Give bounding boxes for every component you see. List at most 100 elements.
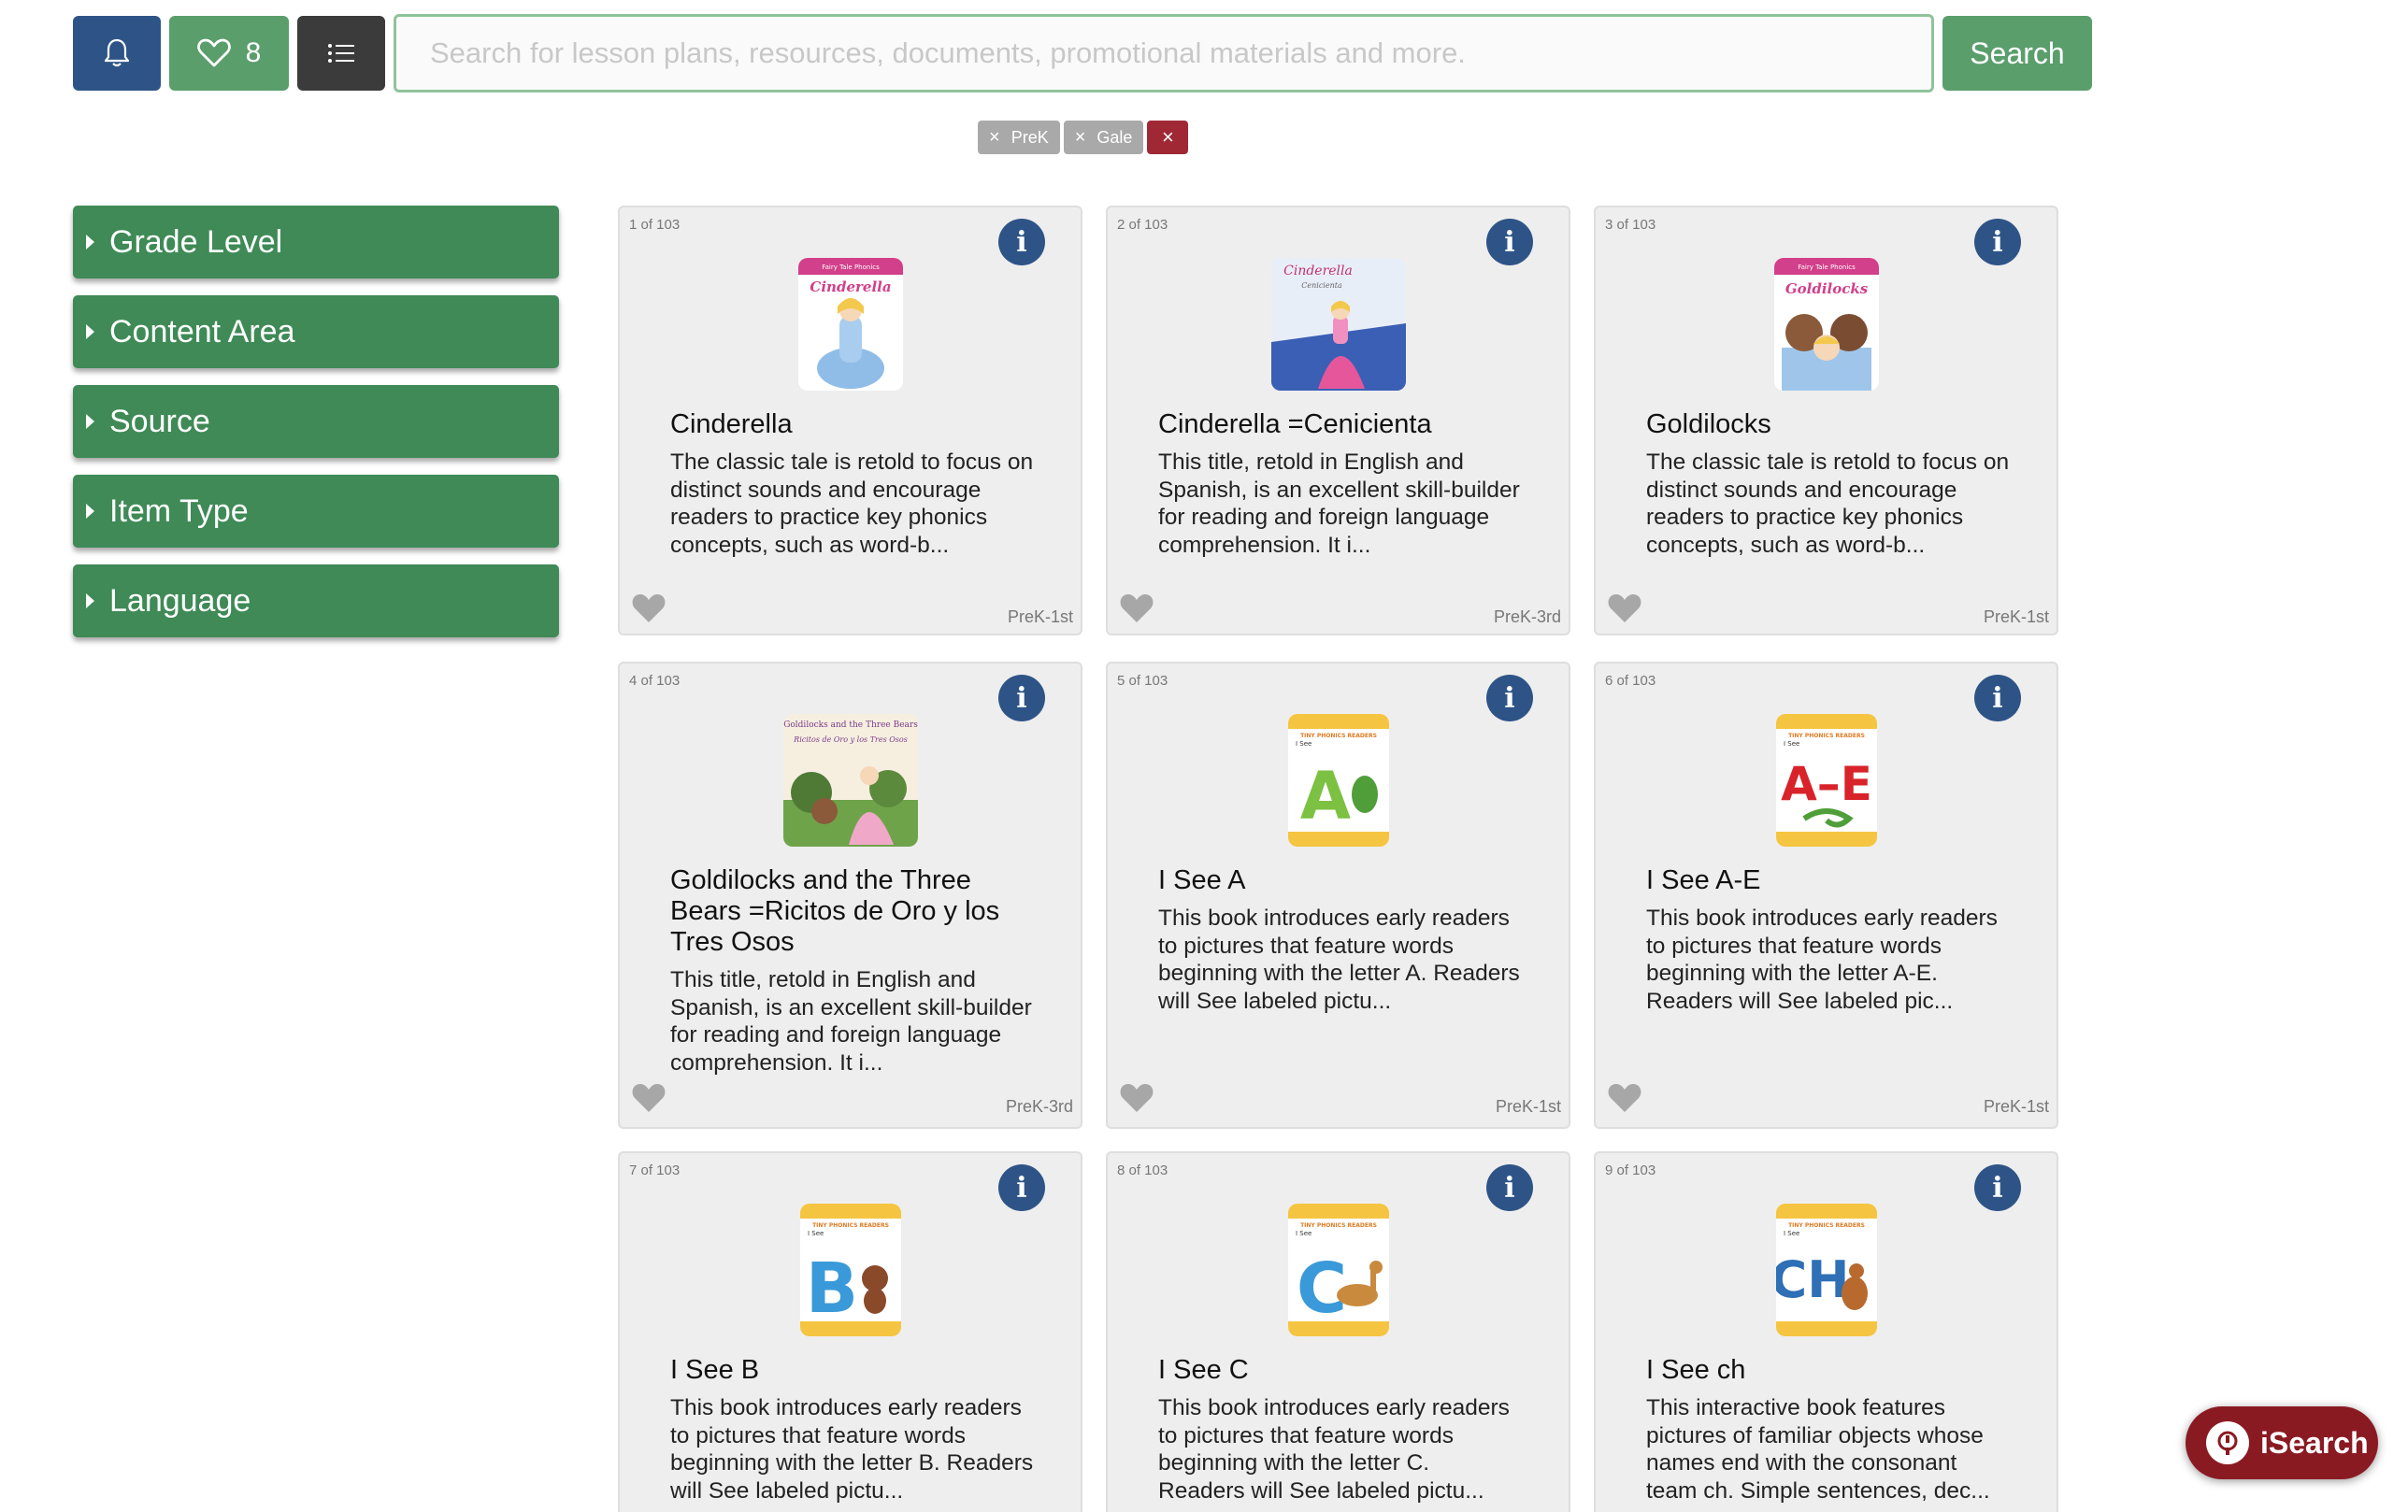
result-card[interactable]: 3 of 103 i Fairy Tale Phonics Goldilocks…	[1594, 206, 2058, 635]
favorite-heart-icon[interactable]	[1119, 1082, 1154, 1114]
cover-letter: A–E	[1781, 757, 1872, 811]
result-title[interactable]: I See C	[1158, 1355, 1531, 1386]
facet-label: Item Type	[109, 492, 249, 529]
book-cover[interactable]: TINY PHONICS READERS I See A	[1288, 714, 1389, 847]
result-title[interactable]: I See ch	[1646, 1355, 2019, 1386]
favorites-button[interactable]: 8	[169, 16, 289, 91]
cover-title: Goldilocks	[1785, 280, 1869, 297]
result-title[interactable]: Goldilocks and the Three Bears =Ricitos …	[670, 865, 1043, 958]
facet-label: Source	[109, 403, 210, 439]
filter-chip-label: PreK	[1010, 127, 1049, 147]
caret-right-icon	[86, 593, 94, 608]
grade-range: PreK-1st	[1983, 1097, 2049, 1116]
result-position: 2 of 103	[1117, 217, 1168, 233]
facet-item-type[interactable]: Item Type	[73, 475, 559, 548]
result-card[interactable]: 5 of 103 i TINY PHONICS READERS I See A …	[1106, 662, 1570, 1129]
notifications-button[interactable]	[73, 16, 161, 91]
isearch-logo-icon	[2206, 1421, 2249, 1464]
book-cover[interactable]: Fairy Tale Phonics Cinderella	[798, 258, 903, 391]
cover-letter: C	[1297, 1248, 1347, 1329]
book-cover[interactable]: Cinderella Cenicienta	[1271, 258, 1406, 391]
cover-banner: TINY PHONICS READERS	[1788, 733, 1865, 739]
result-position: 3 of 103	[1605, 217, 1656, 233]
info-icon[interactable]: i	[998, 1164, 1045, 1211]
search-input[interactable]	[394, 14, 1934, 93]
cover-kicker: I See	[1296, 1230, 1312, 1237]
result-card[interactable]: 7 of 103 i TINY PHONICS READERS I See B …	[618, 1151, 1082, 1512]
result-position: 4 of 103	[629, 673, 681, 689]
result-description: This title, retold in English and Spanis…	[670, 967, 1032, 1076]
result-description: This book introduces early readers to pi…	[670, 1395, 1034, 1504]
facet-source[interactable]: Source	[73, 385, 559, 458]
filter-chip-gale[interactable]: × Gale	[1063, 121, 1144, 154]
favorite-heart-icon[interactable]	[1607, 592, 1642, 624]
caret-right-icon	[86, 235, 94, 250]
book-cover[interactable]: TINY PHONICS READERS I See A–E	[1776, 714, 1877, 847]
favorites-count: 8	[245, 37, 262, 68]
cover-title: Cinderella	[810, 278, 891, 295]
result-position: 1 of 103	[629, 217, 681, 233]
result-position: 7 of 103	[629, 1163, 681, 1178]
result-card[interactable]: 1 of 103 i Fairy Tale Phonics Cinderella…	[618, 206, 1082, 635]
favorite-heart-icon[interactable]	[631, 1082, 666, 1114]
cover-kicker: I See	[1784, 1230, 1799, 1237]
cover-banner: TINY PHONICS READERS	[1300, 1222, 1377, 1229]
grade-range: PreK-1st	[1007, 607, 1073, 626]
result-title[interactable]: I See A	[1158, 865, 1531, 896]
cover-banner: Fairy Tale Phonics	[822, 264, 880, 271]
result-title[interactable]: Cinderella =Cenicienta	[1158, 409, 1531, 440]
isearch-button[interactable]: iSearch	[2186, 1406, 2378, 1479]
cover-subtitle: Cenicienta	[1301, 281, 1342, 290]
info-icon[interactable]: i	[1974, 1164, 2021, 1211]
facet-grade-level[interactable]: Grade Level	[73, 206, 559, 278]
result-description: This book introduces early readers to pi…	[1158, 1395, 1510, 1504]
result-title[interactable]: I See B	[670, 1355, 1043, 1386]
caret-right-icon	[86, 414, 94, 429]
cover-title: Goldilocks and the Three Bears	[783, 720, 918, 730]
clear-filters-button[interactable]: ×	[1147, 121, 1189, 154]
cover-kicker: I See	[1296, 740, 1312, 748]
favorite-heart-icon[interactable]	[1119, 592, 1154, 624]
book-cover[interactable]: Fairy Tale Phonics Goldilocks	[1774, 258, 1879, 391]
info-icon[interactable]: i	[1486, 675, 1533, 721]
book-cover[interactable]: TINY PHONICS READERS I See B	[800, 1204, 901, 1336]
favorite-heart-icon[interactable]	[1607, 1082, 1642, 1114]
result-description: This book introduces early readers to pi…	[1158, 906, 1520, 1014]
remove-icon: ×	[1074, 126, 1086, 148]
info-icon[interactable]: i	[1486, 1164, 1533, 1211]
heart-outline-icon	[196, 38, 231, 67]
info-icon[interactable]: i	[998, 219, 1045, 265]
info-icon[interactable]: i	[1974, 219, 2021, 265]
info-icon[interactable]: i	[1974, 675, 2021, 721]
result-title[interactable]: Goldilocks	[1646, 409, 2019, 440]
cover-letter: CH	[1776, 1250, 1849, 1309]
result-card[interactable]: 6 of 103 i TINY PHONICS READERS I See A–…	[1594, 662, 2058, 1129]
result-title[interactable]: I See A-E	[1646, 865, 2019, 896]
result-title[interactable]: Cinderella	[670, 409, 1043, 440]
book-cover[interactable]: TINY PHONICS READERS I See C	[1288, 1204, 1389, 1336]
grade-range: PreK-3rd	[1493, 607, 1561, 626]
search-button[interactable]: Search	[1942, 16, 2092, 91]
info-icon[interactable]: i	[998, 675, 1045, 721]
remove-icon: ×	[989, 126, 1000, 148]
facet-content-area[interactable]: Content Area	[73, 295, 559, 368]
filter-chip-prek[interactable]: × PreK	[978, 121, 1060, 154]
isearch-label: iSearch	[2260, 1425, 2369, 1460]
result-card[interactable]: 4 of 103 i Goldilocks and the Three Bear…	[618, 662, 1082, 1129]
list-view-button[interactable]	[297, 16, 385, 91]
cover-letter: B	[806, 1248, 858, 1329]
filter-chip-label: Gale	[1096, 127, 1133, 147]
result-card[interactable]: 9 of 103 i TINY PHONICS READERS I See CH…	[1594, 1151, 2058, 1512]
favorite-heart-icon[interactable]	[631, 592, 666, 624]
result-description: The classic tale is retold to focus on d…	[670, 449, 1034, 558]
result-card[interactable]: 2 of 103 i Cinderella Cenicienta Cindere…	[1106, 206, 1570, 635]
grade-range: PreK-3rd	[1005, 1097, 1073, 1116]
list-icon	[328, 44, 354, 63]
book-cover[interactable]: Goldilocks and the Three Bears Ricitos d…	[783, 714, 918, 847]
info-icon[interactable]: i	[1486, 219, 1533, 265]
result-card[interactable]: 8 of 103 i TINY PHONICS READERS I See C …	[1106, 1151, 1570, 1512]
bell-icon	[104, 38, 130, 67]
active-filters: × PreK × Gale ×	[978, 121, 1189, 154]
facet-language[interactable]: Language	[73, 564, 559, 637]
book-cover[interactable]: TINY PHONICS READERS I See CH	[1776, 1204, 1877, 1336]
